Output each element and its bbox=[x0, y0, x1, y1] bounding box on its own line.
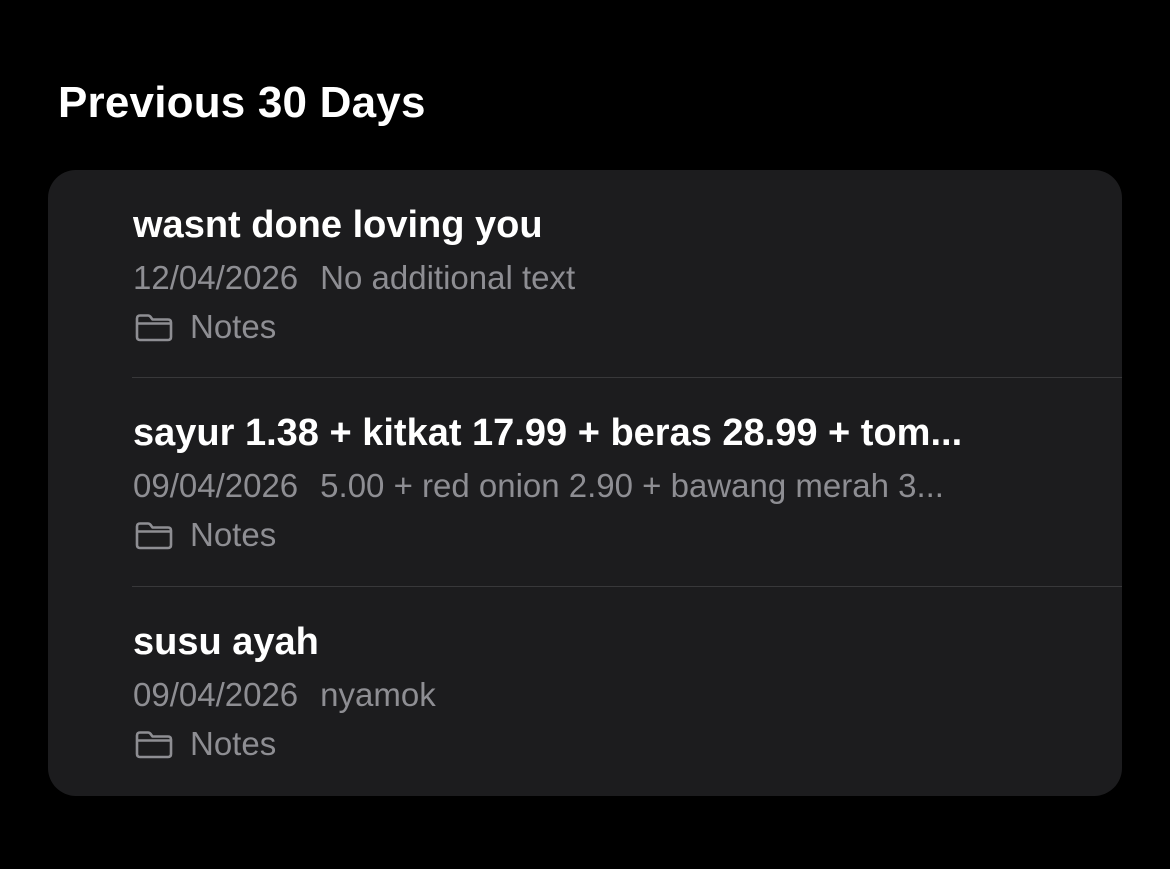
note-folder: Notes bbox=[133, 724, 276, 764]
note-row[interactable]: sayur 1.38 + kitkat 17.99 + beras 28.99 … bbox=[48, 378, 1122, 586]
folder-icon bbox=[133, 519, 175, 551]
note-row[interactable]: wasnt done loving you 12/04/2026 No addit… bbox=[48, 170, 1122, 378]
folder-icon bbox=[133, 311, 175, 343]
note-date: 12/04/2026 bbox=[133, 259, 299, 296]
section-header-previous-30-days: Previous 30 Days bbox=[58, 78, 426, 127]
note-title: susu ayah bbox=[133, 621, 319, 663]
note-meta: 12/04/2026 No additional text bbox=[133, 258, 1088, 298]
note-title: wasnt done loving you bbox=[133, 204, 543, 246]
note-preview: nyamok bbox=[320, 676, 436, 713]
note-folder: Notes bbox=[133, 515, 276, 555]
folder-icon bbox=[133, 728, 175, 760]
note-title: sayur 1.38 + kitkat 17.99 + beras 28.99 … bbox=[133, 412, 963, 454]
note-folder-label: Notes bbox=[190, 725, 277, 762]
note-meta: 09/04/2026 nyamok bbox=[133, 675, 1088, 715]
note-meta: 09/04/2026 5.00 + red onion 2.90 + bawang… bbox=[133, 466, 1088, 506]
note-row[interactable]: susu ayah 09/04/2026 nyamok Notes bbox=[48, 587, 1122, 795]
notes-list: wasnt done loving you 12/04/2026 No addit… bbox=[48, 170, 1122, 796]
note-folder: Notes bbox=[133, 307, 276, 347]
note-date: 09/04/2026 bbox=[133, 676, 299, 713]
note-folder-label: Notes bbox=[190, 516, 277, 553]
note-preview: 5.00 + red onion 2.90 + bawang merah 3..… bbox=[320, 467, 944, 504]
note-folder-label: Notes bbox=[190, 308, 277, 345]
note-preview: No additional text bbox=[320, 259, 576, 296]
note-date: 09/04/2026 bbox=[133, 467, 299, 504]
